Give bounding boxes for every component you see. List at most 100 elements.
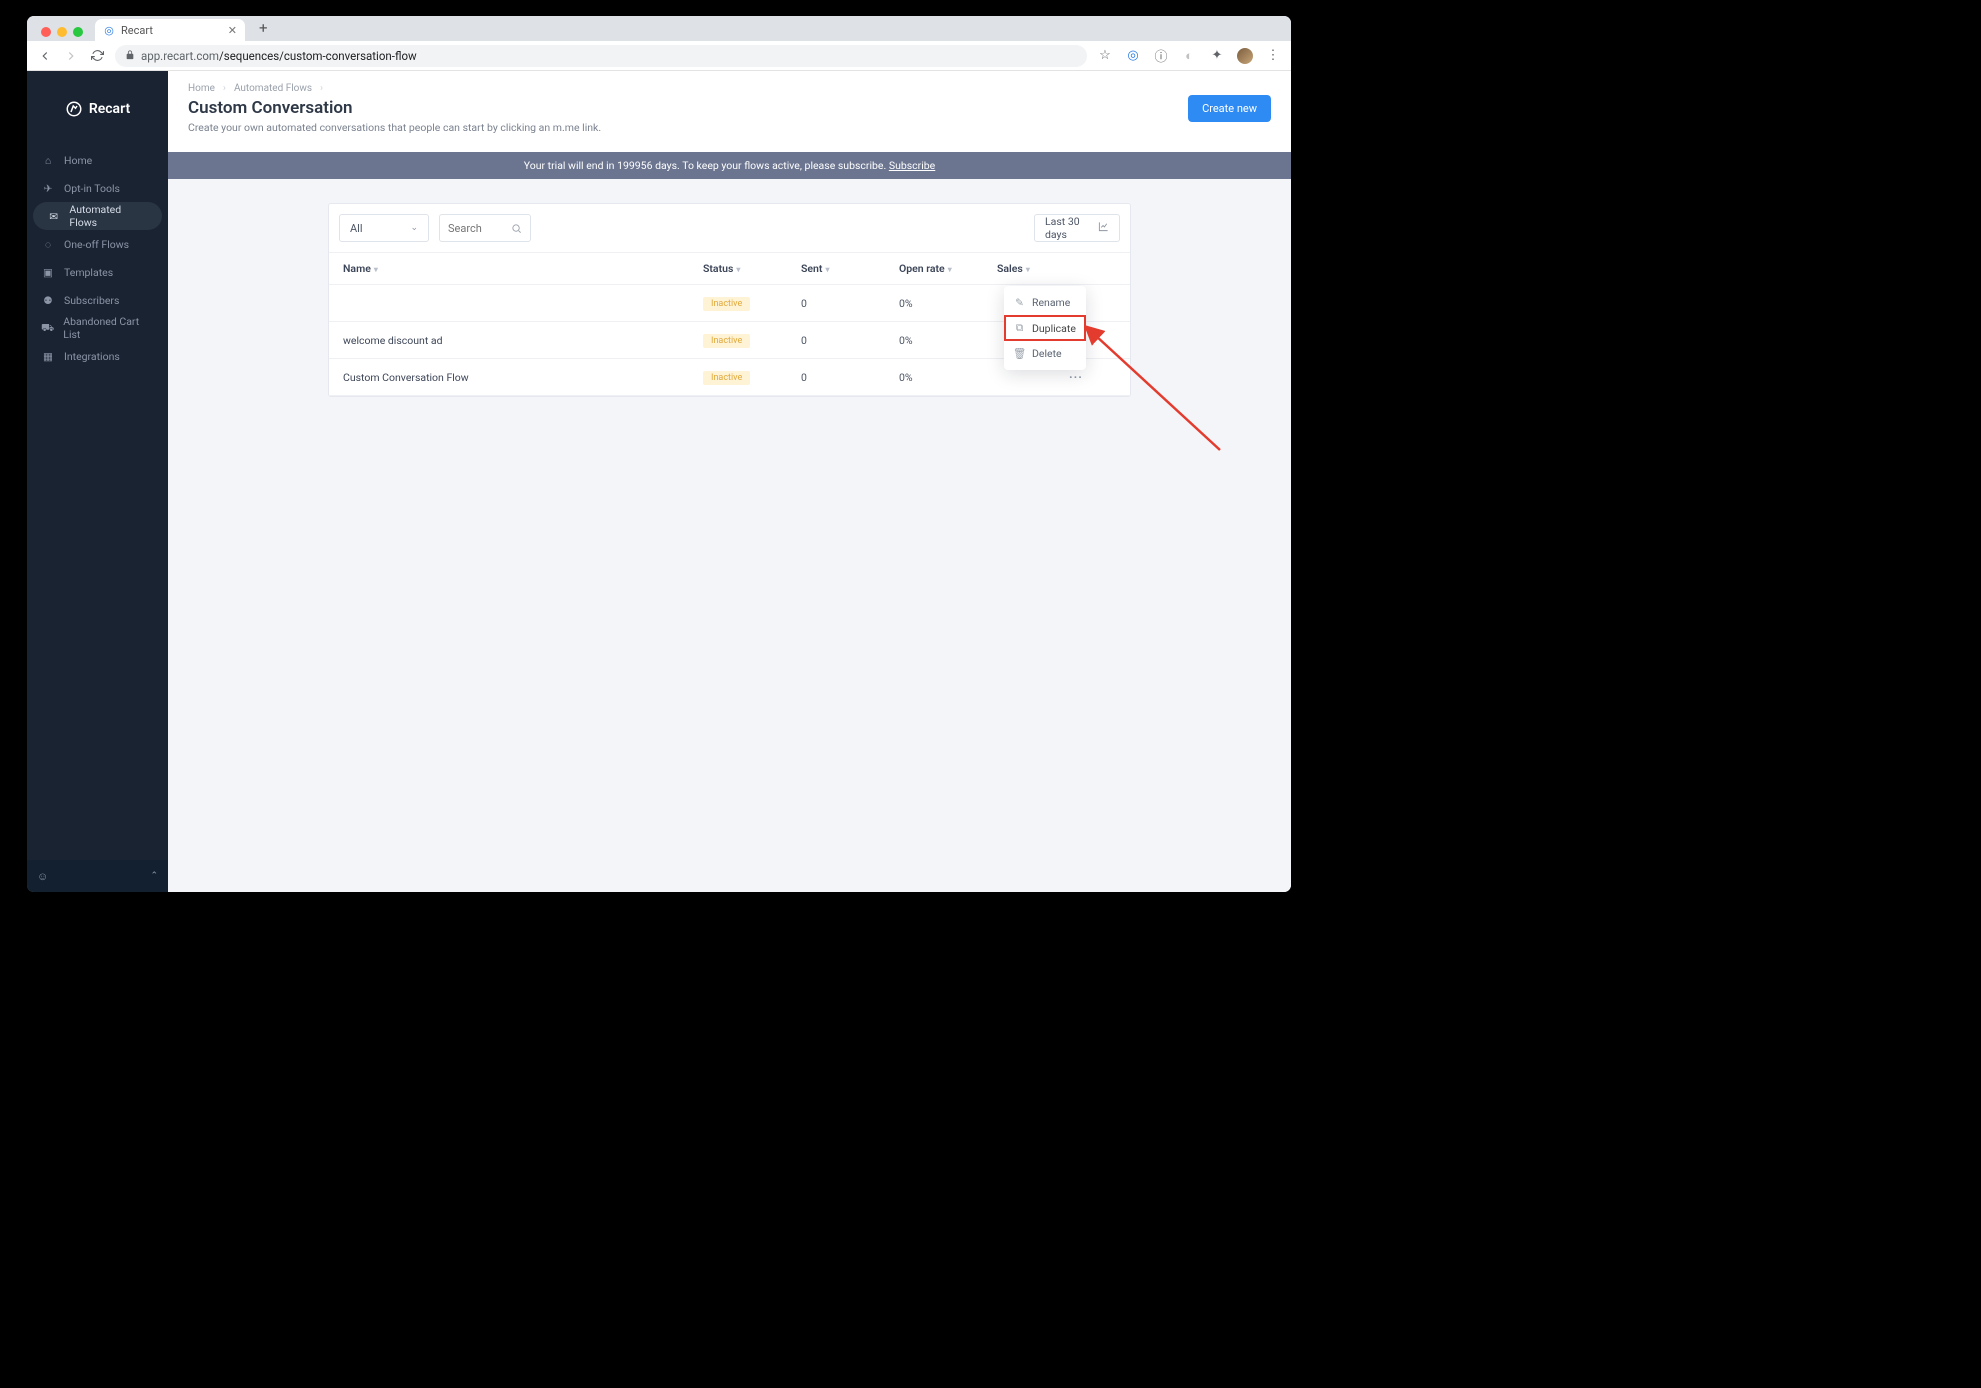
sort-icon: ▾: [374, 265, 378, 274]
menu-item-label: Delete: [1032, 347, 1062, 360]
minimize-window-icon[interactable]: [57, 27, 67, 37]
menu-item-label: Duplicate: [1032, 322, 1076, 335]
col-sent-header[interactable]: Sent▾: [801, 262, 899, 275]
forward-button[interactable]: [63, 48, 79, 64]
page-header: Home › Automated Flows › Custom Conversa…: [168, 71, 1291, 152]
app-root: Recart ⌂ Home ✈Opt-in Tools ✉ Automated Fl…: [27, 71, 1291, 892]
row-actions-button[interactable]: ···: [1069, 370, 1083, 384]
people-icon: ⚉: [41, 293, 55, 307]
search-input[interactable]: [448, 222, 505, 235]
brand-text: Recart: [89, 101, 130, 117]
panel-toolbar: All ⌄ Last 30 days: [329, 204, 1130, 253]
brand-logo[interactable]: Recart: [27, 71, 168, 146]
breadcrumb: Home › Automated Flows ›: [188, 83, 1271, 94]
url-domain: app.recart.com: [141, 49, 219, 63]
date-range-button[interactable]: Last 30 days: [1034, 214, 1120, 242]
browser-window: ◎ Recart ✕ + app.recart.com/sequences/cu…: [27, 16, 1291, 892]
flow-name[interactable]: welcome discount ad: [343, 334, 703, 347]
sidebar-item-label: Automated Flows: [69, 203, 148, 229]
sidebar-item-label: Abandoned Cart List: [63, 315, 154, 341]
tab-title: Recart: [121, 24, 222, 37]
sidebar-item-automated-flows[interactable]: ✉ Automated Flows: [33, 202, 162, 230]
sort-icon: ▾: [736, 265, 740, 274]
sent-value: 0: [801, 334, 899, 347]
bookmark-icon[interactable]: ☆: [1097, 48, 1113, 64]
sidebar-item-abandoned[interactable]: ⛟Abandoned Cart List: [27, 314, 168, 342]
table-header: Name▾ Status▾ Sent▾ Open rate▾ Sales▾: [329, 253, 1130, 285]
reload-button[interactable]: [89, 48, 105, 64]
status-badge: Inactive: [703, 334, 750, 348]
chat-icon: ✉: [47, 209, 60, 223]
close-window-icon[interactable]: [41, 27, 51, 37]
breadcrumb-item[interactable]: Automated Flows: [234, 83, 312, 94]
sidebar-item-label: Templates: [64, 266, 113, 279]
box-icon: ▣: [41, 265, 55, 279]
tab-close-icon[interactable]: ✕: [228, 24, 237, 37]
sidebar-item-optin[interactable]: ✈Opt-in Tools: [27, 174, 168, 202]
duplicate-menu-item[interactable]: ⧉ Duplicate: [1004, 315, 1086, 341]
search-icon: [511, 219, 522, 238]
info-icon[interactable]: ⓘ: [1153, 48, 1169, 64]
window-controls[interactable]: [37, 27, 87, 41]
rename-menu-item[interactable]: ✎Rename: [1004, 290, 1086, 315]
subscribe-link[interactable]: Subscribe: [889, 159, 935, 172]
url-path: /sequences/custom-conversation-flow: [219, 49, 417, 63]
col-name-header[interactable]: Name▾: [343, 262, 703, 275]
trial-banner: Your trial will end in 199956 days. To k…: [168, 152, 1291, 179]
sidebar-item-label: Integrations: [64, 350, 120, 363]
browser-tab[interactable]: ◎ Recart ✕: [95, 19, 245, 41]
tab-strip: ◎ Recart ✕ +: [27, 16, 1291, 41]
new-tab-button[interactable]: +: [253, 19, 274, 41]
chevron-up-icon: ⌃: [150, 871, 158, 881]
banner-text: Your trial will end in 199956 days. To k…: [524, 159, 889, 172]
profile-avatar[interactable]: [1237, 48, 1253, 64]
sort-icon: ▾: [1026, 265, 1030, 274]
user-strip[interactable]: ☺ ⌃: [27, 860, 168, 892]
home-icon: ⌂: [41, 153, 55, 167]
range-label: Last 30 days: [1045, 215, 1098, 241]
favicon-icon: ◎: [103, 24, 115, 36]
delete-menu-item[interactable]: 🗑 Delete: [1004, 341, 1086, 366]
menu-icon[interactable]: ⋮: [1265, 48, 1281, 64]
filter-dropdown[interactable]: All ⌄: [339, 214, 429, 242]
chat-single-icon: ◌: [41, 237, 55, 251]
chart-icon: [1098, 221, 1109, 235]
back-button[interactable]: [37, 48, 53, 64]
col-open-header[interactable]: Open rate▾: [899, 262, 997, 275]
menu-item-label: Rename: [1032, 296, 1070, 309]
extension-ghost-icon[interactable]: ◐: [1181, 48, 1197, 64]
sidebar-item-templates[interactable]: ▣ Templates: [27, 258, 168, 286]
col-status-header[interactable]: Status▾: [703, 262, 801, 275]
breadcrumb-item[interactable]: Home: [188, 83, 215, 94]
sidebar-item-integrations[interactable]: ▦Integrations: [27, 342, 168, 370]
sidebar-item-home[interactable]: ⌂ Home: [27, 146, 168, 174]
sidebar: Recart ⌂ Home ✈Opt-in Tools ✉ Automated Fl…: [27, 71, 168, 892]
open-value: 0%: [899, 297, 997, 310]
content-area: Home › Automated Flows › Custom Conversa…: [168, 71, 1291, 892]
sidebar-item-label: Home: [64, 154, 92, 167]
sidebar-item-subscribers[interactable]: ⚉Subscribers: [27, 286, 168, 314]
rocket-icon: ✈: [41, 181, 55, 195]
url-bar: app.recart.com/sequences/custom-conversa…: [27, 41, 1291, 71]
extensions-icon[interactable]: ✦: [1209, 48, 1225, 64]
toolbar-icons: ☆ ◎ ⓘ ◐ ✦ ⋮: [1097, 48, 1281, 64]
sort-icon: ▾: [948, 265, 952, 274]
sidebar-item-oneoff[interactable]: ◌One-off Flows: [27, 230, 168, 258]
maximize-window-icon[interactable]: [73, 27, 83, 37]
create-new-button[interactable]: Create new: [1188, 95, 1271, 122]
status-badge: Inactive: [703, 297, 750, 311]
extension-recart-icon[interactable]: ◎: [1125, 48, 1141, 64]
filter-label: All: [350, 222, 363, 235]
chevron-right-icon: ›: [223, 83, 226, 94]
address-bar[interactable]: app.recart.com/sequences/custom-conversa…: [115, 45, 1087, 67]
trash-icon: 🗑: [1014, 347, 1025, 360]
sent-value: 0: [801, 297, 899, 310]
copy-icon: ⧉: [1014, 321, 1025, 335]
flow-name[interactable]: Custom Conversation Flow: [343, 371, 703, 384]
flows-panel: All ⌄ Last 30 days: [328, 203, 1131, 397]
page-subtitle: Create your own automated conversations …: [188, 121, 1271, 134]
status-badge: Inactive: [703, 371, 750, 385]
search-box[interactable]: [439, 214, 531, 242]
open-value: 0%: [899, 371, 997, 384]
col-sales-header[interactable]: Sales▾: [997, 262, 1069, 275]
